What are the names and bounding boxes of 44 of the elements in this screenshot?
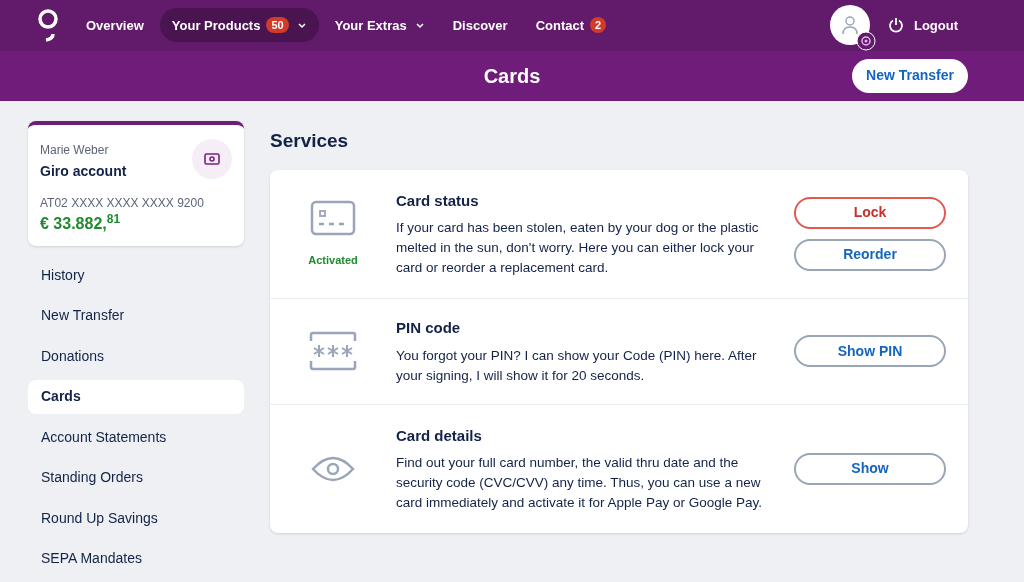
nav-item[interactable]: Contact 2	[523, 8, 619, 43]
action-button[interactable]: Show	[794, 452, 946, 485]
eye-icon	[311, 454, 355, 483]
sidebar-item[interactable]: History	[28, 258, 244, 292]
sidebar-item[interactable]: Cards	[28, 379, 244, 414]
sidebar-item[interactable]: Account Statements	[28, 420, 244, 454]
action-button[interactable]: Lock	[794, 196, 946, 229]
action-button[interactable]: Show PIN	[794, 335, 946, 368]
account-iban: AT02 XXXX XXXX XXXX 9200	[40, 195, 205, 212]
sidebar-item[interactable]: Donations	[28, 339, 244, 373]
sidebar-item[interactable]: Round Up Savings	[28, 501, 244, 535]
service-description: If your card has been stolen, eaten by your dog or the plastic melted in the sun, don't worry. Here you can either lock your card or reorder a replacement card.	[396, 219, 760, 277]
sidebar-item[interactable]: Standing Orders	[28, 460, 244, 495]
logout-button[interactable]: Logout	[887, 15, 958, 35]
power-icon	[887, 17, 904, 34]
count-badge: 50	[266, 17, 289, 34]
sidebar-item[interactable]: New Transfer	[28, 298, 244, 333]
service-title: Card details	[396, 425, 483, 446]
account-card[interactable]: Marie Weber Giro account AT02 XXXX XXXX XXXX 9200 € 33.882,$^{81}$	[28, 121, 244, 246]
service-title: PIN code	[396, 318, 462, 338]
nav-item[interactable]: Discover	[440, 8, 520, 43]
nav-item[interactable]: Your Products 50	[159, 8, 319, 43]
settings-icon[interactable]	[855, 31, 876, 52]
account-balance: € 33.882,$^{81}$	[40, 212, 122, 234]
card-icon	[310, 199, 356, 236]
money-icon	[192, 139, 232, 179]
account-name: Giro account	[40, 162, 128, 181]
person-icon	[840, 15, 859, 36]
nav-item[interactable]: Overview	[74, 8, 156, 43]
sidebar-item[interactable]: SEPA Mandates	[28, 541, 244, 576]
section-title: Services	[270, 129, 350, 153]
nav-item[interactable]: Your Extras	[322, 8, 437, 43]
page-title: Cards	[483, 63, 541, 89]
logo-icon	[36, 8, 60, 43]
new-transfer-button[interactable]: New Transfer	[852, 58, 968, 93]
count-badge: 2	[590, 17, 607, 34]
password-icon	[309, 331, 357, 372]
avatar[interactable]	[829, 5, 870, 46]
service-description: Find out your full card number, the valid thru date and the security code (CVC/CVV) any time. Thus, you can use a new card immediately and activate it for Apple Pay or Google Pay.	[396, 454, 763, 512]
status-label: Activated	[308, 252, 358, 268]
account-owner: Marie Weber	[40, 142, 110, 159]
action-button[interactable]: Reorder	[794, 238, 946, 271]
service-title: Card status	[396, 190, 480, 211]
service-description: You forgot your PIN? I can show your Code (PIN) here. After your signing, I will show it for 20 seconds.	[396, 346, 758, 385]
